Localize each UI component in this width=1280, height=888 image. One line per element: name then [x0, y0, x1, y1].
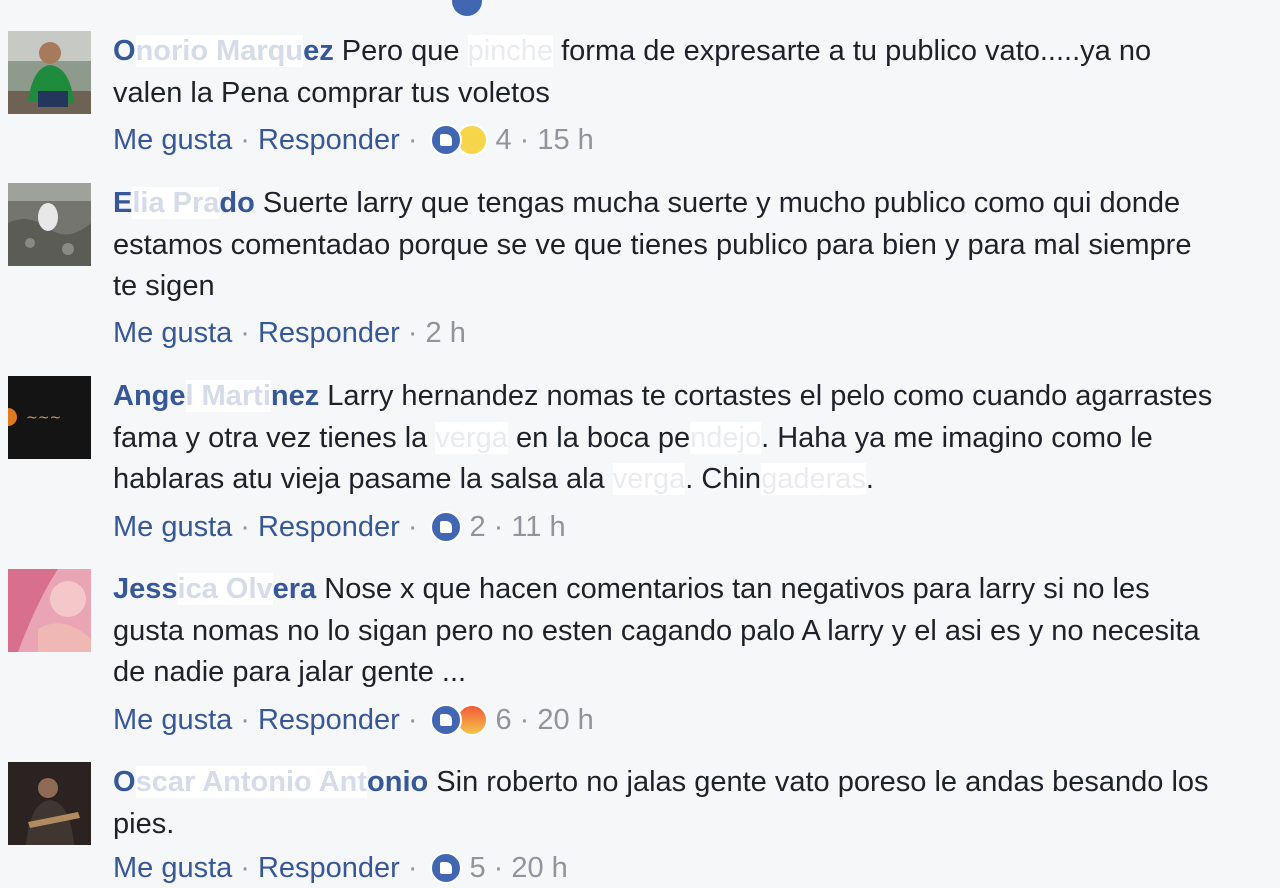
- redacted-word: verga: [435, 421, 508, 454]
- avatar[interactable]: [8, 569, 91, 652]
- like-reaction-icon: [429, 704, 462, 737]
- reaction-summary[interactable]: [426, 123, 496, 159]
- like-reaction-icon: [452, 0, 482, 16]
- comment-body: Jessica Olvera Nose x que hacen comentar…: [113, 569, 1223, 694]
- like-button[interactable]: Me gusta: [113, 317, 232, 349]
- timestamp[interactable]: 20 h: [511, 852, 567, 884]
- avatar[interactable]: [8, 762, 91, 845]
- separator: ·: [407, 124, 418, 156]
- avatar[interactable]: ~~~: [8, 376, 91, 459]
- redacted-word: verga: [612, 463, 686, 495]
- like-reaction-icon: [429, 124, 462, 157]
- comment-author[interactable]: Elia Prado: [113, 187, 255, 219]
- timestamp[interactable]: 2 h: [426, 317, 466, 349]
- comment-text: .: [865, 463, 874, 495]
- comment-body: Oscar Antonio Antonio Sin roberto no jal…: [113, 762, 1223, 845]
- separator: ·: [240, 317, 250, 349]
- separator: ·: [407, 852, 418, 884]
- reaction-summary[interactable]: [426, 510, 470, 546]
- separator: ·: [519, 124, 530, 156]
- separator: ·: [407, 704, 418, 736]
- like-button[interactable]: Me gusta: [113, 124, 232, 156]
- reaction-count[interactable]: 4: [496, 124, 512, 156]
- separator: ·: [240, 704, 250, 736]
- reply-button[interactable]: Responder: [258, 124, 400, 156]
- comment-actions: Me gusta · Responder · 4 · 15 h: [113, 120, 594, 160]
- comment-author[interactable]: Oscar Antonio Antonio: [113, 766, 428, 798]
- like-button[interactable]: Me gusta: [113, 511, 232, 543]
- like-reaction-icon: [429, 511, 462, 544]
- avatar[interactable]: [8, 31, 91, 114]
- svg-text:~~~: ~~~: [26, 410, 61, 426]
- timestamp[interactable]: 11 h: [511, 511, 565, 543]
- reaction-summary[interactable]: [426, 703, 496, 739]
- comment-text: Suerte larry que tengas mucha suerte y m…: [113, 187, 1192, 302]
- separator: ·: [240, 511, 250, 543]
- separator: ·: [519, 704, 530, 736]
- avatar[interactable]: [8, 183, 91, 266]
- separator: ·: [407, 511, 418, 543]
- separator: ·: [240, 124, 250, 156]
- comment-body: Angel Martinez Larry hernandez nomas te …: [113, 376, 1223, 501]
- redacted-word: gaderas: [761, 463, 866, 495]
- separator: ·: [240, 852, 250, 884]
- comment-actions: Me gusta · Responder · 2 · 11 h: [113, 507, 566, 547]
- reaction-count[interactable]: 5: [470, 852, 486, 884]
- comment-actions: Me gusta · Responder · 2 h: [113, 313, 466, 353]
- timestamp[interactable]: 20 h: [537, 704, 593, 736]
- redacted-word: ndejo: [690, 421, 762, 454]
- reply-button[interactable]: Responder: [258, 511, 400, 543]
- reply-button[interactable]: Responder: [258, 704, 400, 736]
- like-button[interactable]: Me gusta: [113, 704, 232, 736]
- reply-button[interactable]: Responder: [258, 317, 400, 349]
- comment-author[interactable]: Jessica Olvera: [113, 573, 316, 605]
- timestamp[interactable]: 15 h: [537, 124, 593, 156]
- comment-text: Pero que: [333, 35, 468, 67]
- separator: ·: [407, 317, 418, 349]
- reaction-count[interactable]: 6: [496, 704, 512, 736]
- reply-button[interactable]: Responder: [258, 852, 400, 884]
- separator: ·: [493, 852, 504, 884]
- comment-body: Elia Prado Suerte larry que tengas mucha…: [113, 183, 1223, 308]
- comment-actions: Me gusta · Responder · 5 · 20 h: [113, 848, 568, 888]
- like-button[interactable]: Me gusta: [113, 852, 232, 884]
- comment-text: en la boca pe: [507, 421, 691, 454]
- redacted-word: pinche: [467, 35, 554, 67]
- comment-author[interactable]: Angel Martinez: [113, 380, 319, 412]
- reaction-count[interactable]: 2: [470, 511, 486, 543]
- separator: ·: [493, 511, 504, 543]
- comment-actions: Me gusta · Responder · 6 · 20 h: [113, 700, 594, 740]
- comment-body: Onorio Marquez Pero que pinche forma de …: [113, 31, 1223, 114]
- reaction-summary[interactable]: [426, 851, 470, 887]
- comment-author[interactable]: Onorio Marquez: [113, 35, 334, 67]
- comment-text: . Chin: [685, 463, 762, 495]
